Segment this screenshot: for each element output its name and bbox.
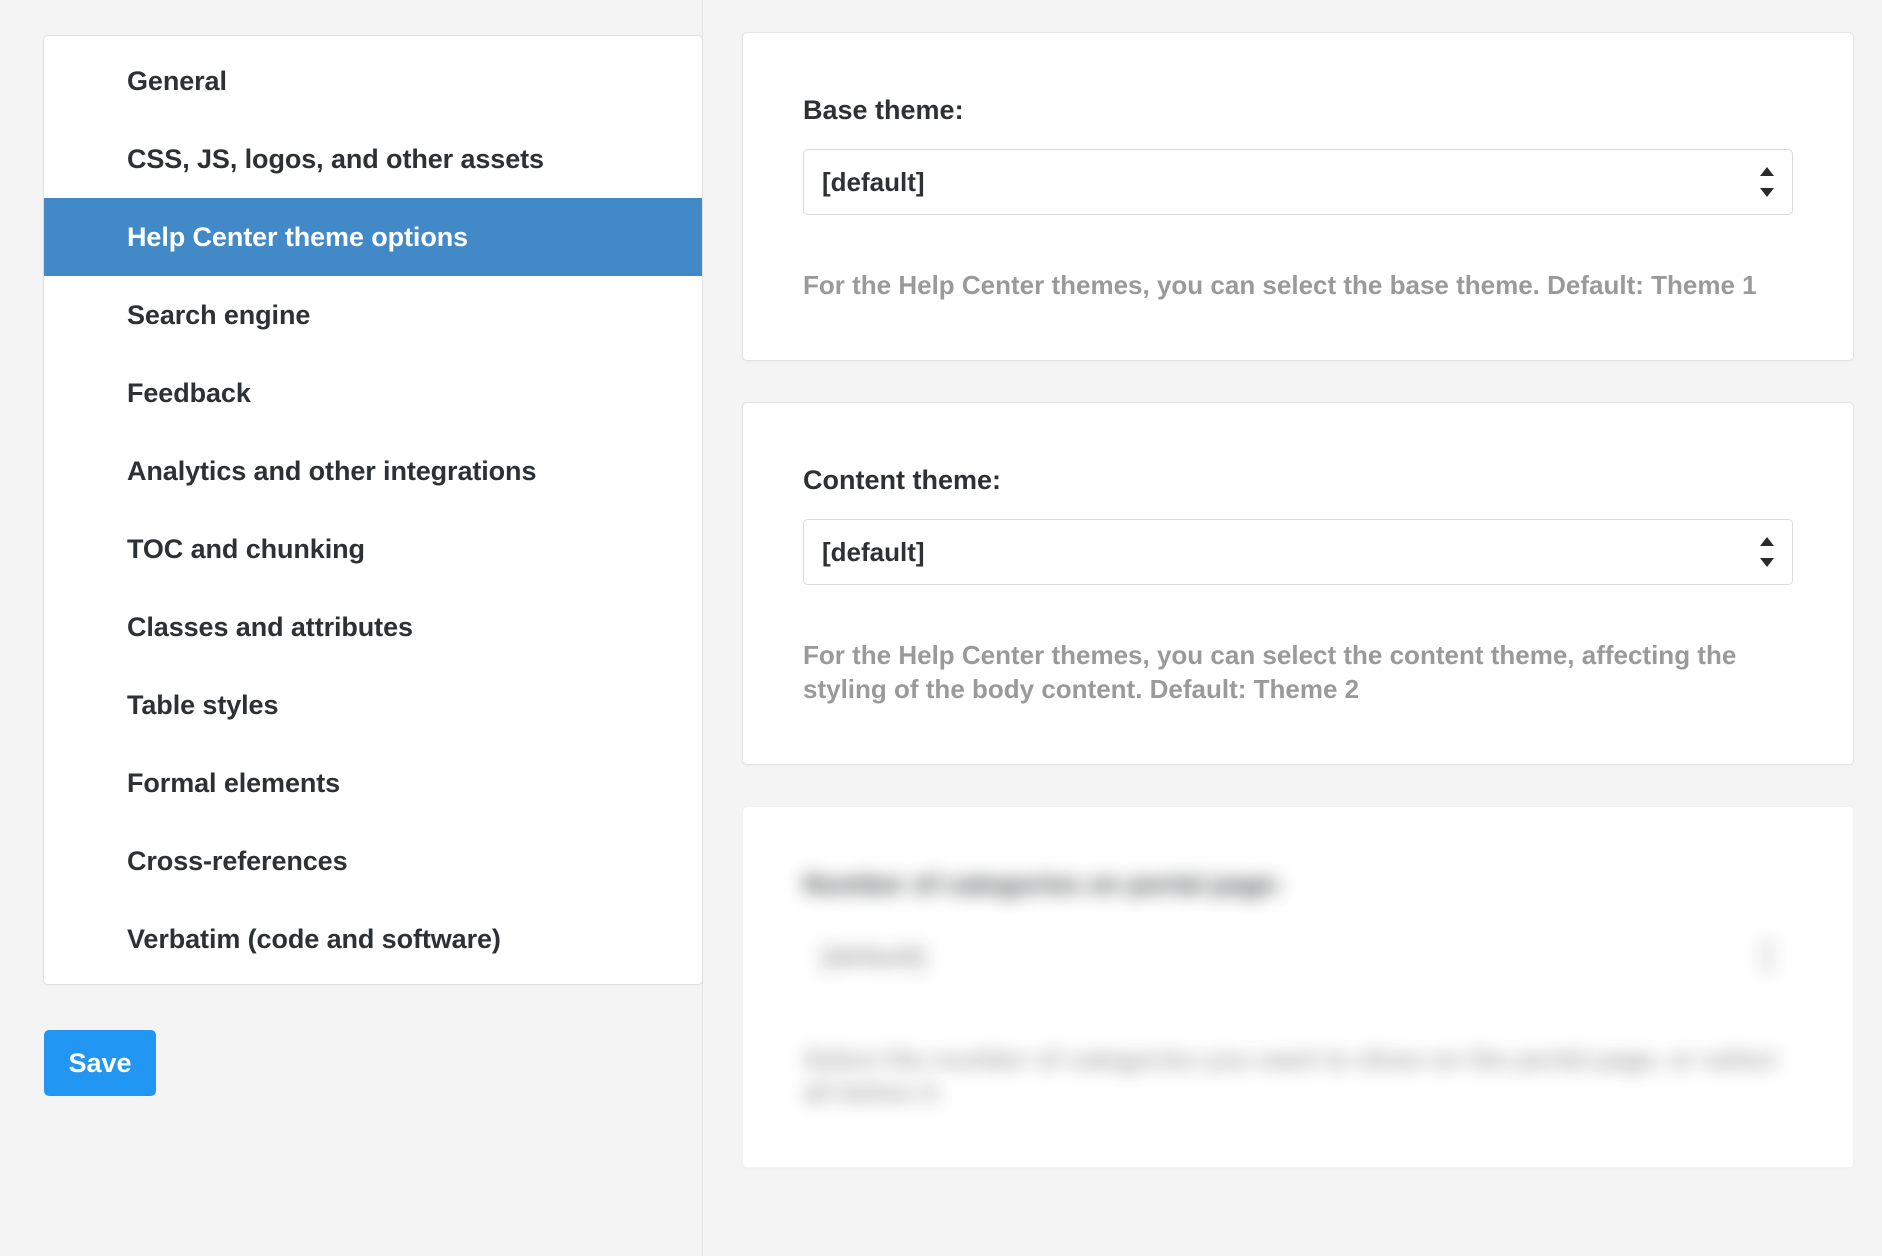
sidebar-item-analytics-and-other-integrations[interactable]: Analytics and other integrations [44,432,702,510]
content-theme-select-wrap: [default] [803,519,1793,585]
content-theme-label: Content theme: [803,465,1793,496]
sidebar-item-label: Feedback [127,378,251,409]
save-button[interactable]: Save [44,1030,156,1096]
sidebar-item-label: Help Center theme options [127,222,468,253]
settings-options-panel: Base theme: [default] For the Help Cente… [703,0,1882,1256]
sidebar-item-label: Verbatim (code and software) [127,924,501,955]
sidebar-item-label: Analytics and other integrations [127,456,536,487]
sidebar-item-classes-and-attributes[interactable]: Classes and attributes [44,588,702,666]
sidebar-item-css-js-logos-and-other-assets[interactable]: CSS, JS, logos, and other assets [44,120,702,198]
content-theme-card: Content theme: [default] For the Help Ce… [742,402,1854,765]
sidebar-item-label: Cross-references [127,846,348,877]
sidebar-item-label: TOC and chunking [127,534,365,565]
sidebar-item-help-center-theme-options[interactable]: Help Center theme options [44,198,702,276]
sidebar-item-toc-and-chunking[interactable]: TOC and chunking [44,510,702,588]
base-theme-select-wrap: [default] [803,149,1793,215]
content-theme-help-text: For the Help Center themes, you can sele… [803,639,1793,706]
sidebar-nav-card: General CSS, JS, logos, and other assets… [43,35,703,985]
settings-sidebar: General CSS, JS, logos, and other assets… [0,0,703,1256]
sidebar-item-label: Table styles [127,690,278,721]
base-theme-select[interactable]: [default] [803,149,1793,215]
sidebar-item-label: Formal elements [127,768,340,799]
sidebar-item-label: Classes and attributes [127,612,413,643]
sidebar-item-general[interactable]: General [44,42,702,120]
content-theme-select[interactable]: [default] [803,519,1793,585]
categories-count-select-wrap: [default] [803,923,1793,989]
sidebar-item-table-styles[interactable]: Table styles [44,666,702,744]
sidebar-item-label: CSS, JS, logos, and other assets [127,144,544,175]
sidebar-item-feedback[interactable]: Feedback [44,354,702,432]
categories-count-help-text: Select the number of categories you want… [803,1043,1793,1110]
settings-page: General CSS, JS, logos, and other assets… [0,0,1882,1256]
categories-count-select[interactable]: [default] [803,923,1793,989]
base-theme-label: Base theme: [803,95,1793,126]
categories-count-card: Number of categories on portal page: [de… [742,806,1854,1169]
base-theme-help-text: For the Help Center themes, you can sele… [803,269,1793,302]
sidebar-item-label: General [127,66,227,97]
sidebar-item-formal-elements[interactable]: Formal elements [44,744,702,822]
sidebar-item-verbatim-code-and-software[interactable]: Verbatim (code and software) [44,900,702,978]
sidebar-item-cross-references[interactable]: Cross-references [44,822,702,900]
categories-count-label: Number of categories on portal page: [803,869,1793,900]
base-theme-card: Base theme: [default] For the Help Cente… [742,32,1854,361]
sidebar-item-label: Search engine [127,300,310,331]
sidebar-item-search-engine[interactable]: Search engine [44,276,702,354]
